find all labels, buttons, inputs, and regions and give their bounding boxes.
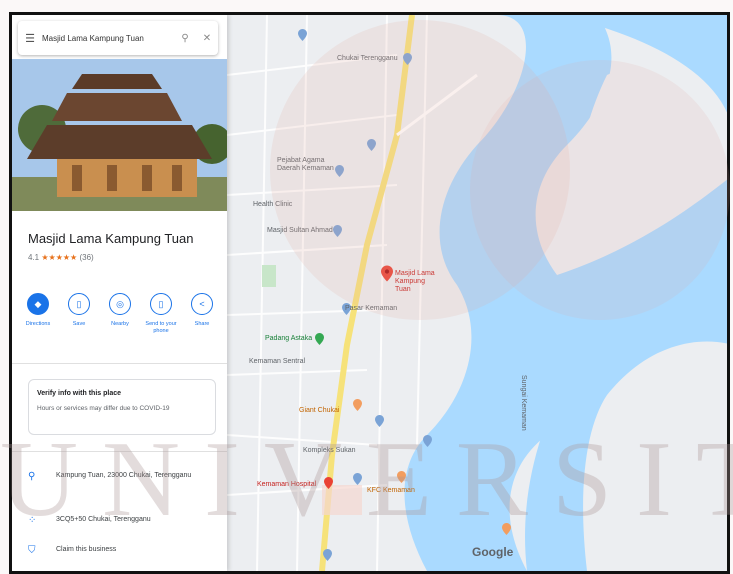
map-pin-icon[interactable]: [298, 29, 307, 41]
map-label: Pejabat Agama Daerah Kemaman: [277, 157, 334, 172]
send-to-phone-button[interactable]: ▯ Send to your phone: [143, 293, 179, 335]
map-label: Chukai Terengganu: [337, 55, 398, 62]
map-pin-icon[interactable]: [502, 523, 511, 535]
divider: [12, 451, 227, 452]
close-icon[interactable]: ✕: [196, 33, 218, 44]
verify-info-card[interactable]: Verify info with this place Hours or ser…: [28, 379, 216, 435]
map-label: Masjid Sultan Ahmad: [267, 227, 333, 234]
map-pin-icon[interactable]: [353, 473, 362, 485]
action-label: Nearby: [111, 321, 129, 327]
google-logo: Google: [472, 545, 514, 559]
place-title: Masjid Lama Kampung Tuan: [28, 231, 194, 246]
rating-value: 4.1: [28, 253, 40, 262]
search-box[interactable]: ☰ Masjid Lama Kampung Tuan ⚲ ✕: [18, 21, 218, 55]
map-label: Sungai Kemaman: [520, 375, 527, 431]
plus-code-text: 3CQ5+50 Chukai, Terengganu: [56, 516, 151, 523]
map-label: Kompleks Sukan: [303, 447, 356, 454]
map-label: Health Clinic: [253, 201, 293, 208]
map-label: KFC Kemaman: [367, 487, 415, 494]
review-count[interactable]: (36): [79, 253, 93, 262]
location-pin-icon: ⚲: [28, 471, 36, 482]
selected-place-pin-icon[interactable]: [381, 265, 393, 282]
plus-code-icon: ⁘: [28, 515, 37, 526]
map-pin-icon[interactable]: [397, 471, 406, 483]
map-pin-icon[interactable]: [375, 415, 384, 427]
maps-screenshot-frame: Chukai Terengganu Pejabat Agama Daerah K…: [9, 12, 730, 574]
action-label: Directions: [25, 321, 51, 327]
map-pin-icon[interactable]: [367, 139, 376, 151]
map-pin-icon[interactable]: [333, 225, 342, 237]
verify-title: Verify info with this place: [37, 390, 122, 397]
directions-button[interactable]: ◆ Directions: [20, 293, 56, 335]
address-row[interactable]: ⚲ Kampung Tuan, 23000 Chukai, Terengganu: [28, 471, 206, 482]
map-pin-icon[interactable]: [315, 333, 324, 345]
map-canvas[interactable]: Chukai Terengganu Pejabat Agama Daerah K…: [227, 15, 727, 571]
share-button[interactable]: < Share: [184, 293, 220, 335]
place-rating[interactable]: 4.1 ★★★★★ (36): [28, 253, 94, 262]
rating-stars-icon: ★★★★★: [41, 253, 78, 262]
directions-icon: ◆: [27, 293, 49, 315]
map-pin-icon[interactable]: [324, 477, 333, 489]
place-side-panel: ☰ Masjid Lama Kampung Tuan ⚲ ✕ Masjid La…: [12, 15, 227, 571]
map-label: Padang Astaka: [265, 335, 313, 342]
menu-icon[interactable]: ☰: [18, 32, 42, 45]
map-label: Kemaman Hospital: [257, 481, 317, 488]
claim-business-text: Claim this business: [56, 546, 117, 553]
place-actions: ◆ Directions ▯ Save ◎ Nearby ▯ Send to y…: [20, 293, 220, 335]
map-pin-icon[interactable]: [353, 399, 362, 411]
map-label: Kemaman Sentral: [249, 358, 306, 365]
search-input[interactable]: Masjid Lama Kampung Tuan: [42, 34, 174, 43]
map-pin-icon[interactable]: [323, 549, 332, 561]
map-label: Giant Chukai: [299, 407, 340, 414]
map-pin-icon[interactable]: [423, 435, 432, 447]
bookmark-icon: ▯: [68, 293, 90, 315]
map-label: Pasar Kemaman: [345, 305, 398, 312]
mosque-photo-graphic: [12, 59, 227, 211]
address-text: Kampung Tuan, 23000 Chukai, Terengganu: [56, 472, 192, 479]
save-button[interactable]: ▯ Save: [61, 293, 97, 335]
claim-business-row[interactable]: ⛉ Claim this business: [28, 545, 206, 556]
map-pin-icon[interactable]: [403, 53, 412, 65]
verify-text: Hours or services may differ due to COVI…: [37, 405, 170, 412]
action-label: Share: [194, 321, 210, 327]
action-label: Send to your phone: [145, 321, 177, 334]
plus-code-row[interactable]: ⁘ 3CQ5+50 Chukai, Terengganu: [28, 515, 206, 526]
divider: [12, 363, 227, 364]
share-icon: <: [191, 293, 213, 315]
action-label: Save: [72, 321, 86, 327]
selected-place-label[interactable]: Masjid Lama Kampung Tuan: [395, 270, 439, 294]
phone-icon: ▯: [150, 293, 172, 315]
shield-check-icon: ⛉: [28, 545, 36, 556]
search-icon[interactable]: ⚲: [174, 33, 196, 44]
place-photo[interactable]: [12, 59, 227, 211]
nearby-icon: ◎: [109, 293, 131, 315]
nearby-button[interactable]: ◎ Nearby: [102, 293, 138, 335]
